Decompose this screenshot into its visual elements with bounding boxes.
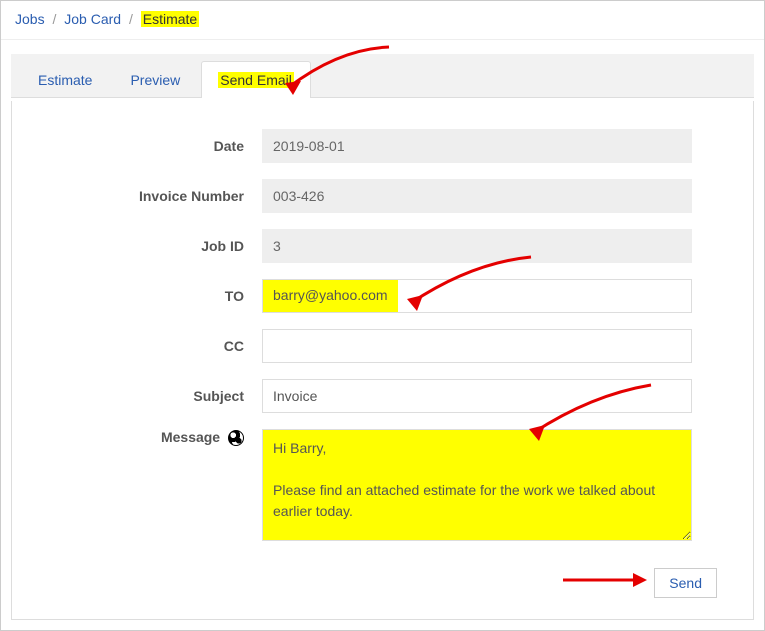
invoice-number-field: [262, 179, 692, 213]
tab-bar: Estimate Preview Send Email: [11, 54, 754, 98]
yinyang-icon: [228, 430, 244, 446]
tab-send-email-label: Send Email: [218, 72, 294, 88]
label-job-id: Job ID: [30, 238, 262, 254]
label-cc: CC: [30, 338, 262, 354]
tab-estimate[interactable]: Estimate: [21, 61, 109, 98]
to-highlight: barry@yahoo.com: [263, 280, 398, 312]
breadcrumb-sep: /: [129, 11, 133, 27]
breadcrumb: Jobs / Job Card / Estimate: [1, 1, 764, 40]
message-field[interactable]: [262, 429, 692, 541]
cc-field[interactable]: [262, 329, 692, 363]
job-id-field: [262, 229, 692, 263]
tab-preview[interactable]: Preview: [113, 61, 197, 98]
label-message: Message: [30, 429, 262, 446]
breadcrumb-jobs[interactable]: Jobs: [15, 11, 45, 27]
label-to: TO: [30, 288, 262, 304]
label-date: Date: [30, 138, 262, 154]
send-button[interactable]: Send: [654, 568, 717, 598]
breadcrumb-sep: /: [52, 11, 56, 27]
form-panel[interactable]: Date Invoice Number Job ID TO barry@yaho…: [11, 101, 754, 620]
subject-field[interactable]: [262, 379, 692, 413]
label-subject: Subject: [30, 388, 262, 404]
tab-send-email[interactable]: Send Email: [201, 61, 311, 98]
breadcrumb-job-card[interactable]: Job Card: [64, 11, 121, 27]
breadcrumb-current: Estimate: [141, 11, 199, 27]
date-field: [262, 129, 692, 163]
label-invoice-number: Invoice Number: [30, 188, 262, 204]
